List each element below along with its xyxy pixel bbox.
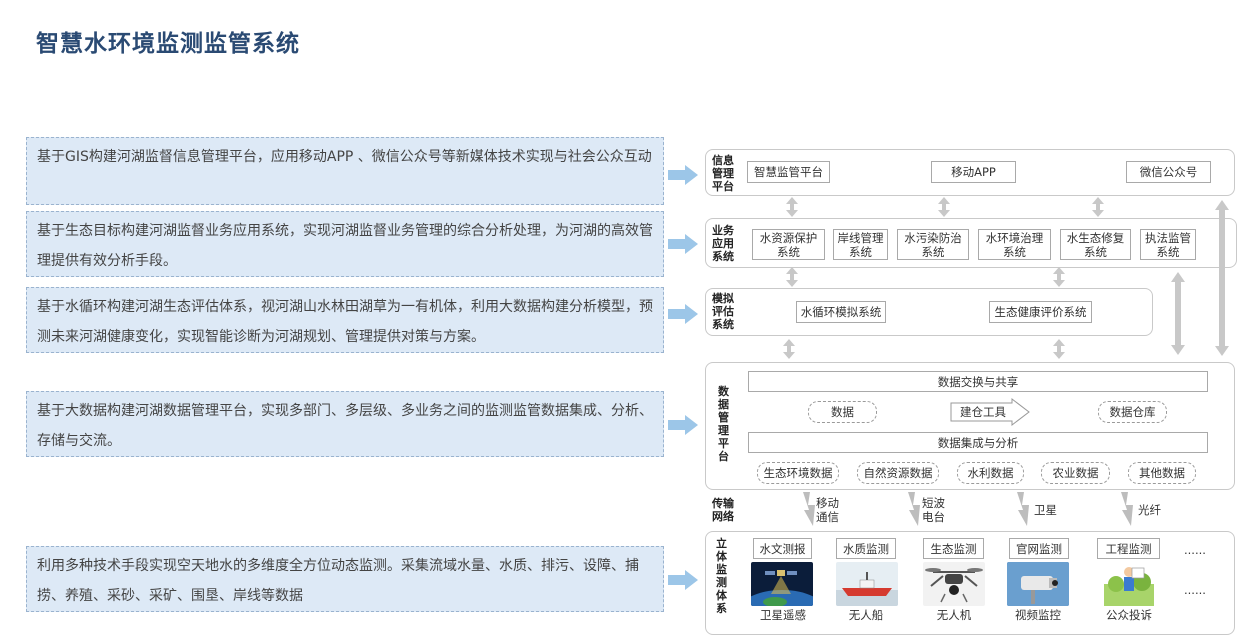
bidirectional-arrow-icon [783,339,795,359]
unmanned-boat-image [836,562,898,606]
shoreline-management-system: 岸线管理 系统 [833,229,888,260]
bidirectional-arrow-icon [1092,197,1104,217]
source-water-conservancy-data: 水利数据 [957,462,1024,484]
right-arrow-icon [668,234,698,254]
ecology-monitoring: 生态监测 [923,538,984,559]
source-agriculture-data: 农业数据 [1041,462,1110,484]
source-natural-resource-data: 自然资源数据 [857,462,939,484]
wechat-official-account: 微信公众号 [1126,161,1211,183]
drone-image [923,562,985,606]
page-title: 智慧水环境监测监管系统 [36,31,300,57]
transmission-label: 传输 网络 [712,497,734,523]
pipeline-monitoring: 官网监测 [1009,538,1069,559]
water-pollution-control-system: 水污染防治 系统 [897,229,969,260]
public-complaint-image [1098,562,1160,606]
description-data-platform: 基于大数据构建河湖数据管理平台，实现多部门、多层级、多业务之间的监测监管数据集成… [26,391,664,457]
water-quality-monitoring: 水质监测 [836,538,896,559]
description-info-platform: 基于GIS构建河湖监督信息管理平台，应用移动APP 、微信公众号等新媒体技术实现… [26,137,664,205]
right-arrow-icon [668,304,698,324]
satellite-remote-sensing: 卫星遥感 [760,608,806,622]
long-bidirectional-arrow-icon [1171,272,1185,355]
signal-lightning-icon [1121,492,1133,526]
bidirectional-arrow-icon [1053,267,1065,287]
bidirectional-arrow-icon [938,197,950,217]
info-platform-label: 信息 管理 平台 [712,154,734,193]
data-node: 数据 [808,401,877,423]
business-system-label: 业务 应用 系统 [712,224,734,263]
right-arrow-icon [668,570,698,590]
bidirectional-arrow-icon [786,267,798,287]
bidirectional-arrow-icon [1053,339,1065,359]
satellite: 卫星 [1034,503,1057,517]
data-integration-analysis: 数据集成与分析 [748,432,1208,453]
mobile-communication: 移动 通信 [816,496,839,524]
more-devices: ...... [1184,583,1206,597]
right-arrow-icon [668,415,698,435]
satellite-remote-sensing-image [751,562,813,606]
law-enforcement-system: 执法监管 系统 [1140,229,1196,260]
engineering-monitoring: 工程监测 [1097,538,1160,559]
more-categories: ...... [1184,543,1206,557]
public-complaint: 公众投诉 [1106,608,1152,622]
water-cycle-simulation-system: 水循环模拟系统 [796,301,886,323]
smart-supervision-platform: 智慧监管平台 [747,161,830,183]
monitoring-label: 立 体 监 测 体 系 [716,537,727,615]
description-monitoring: 利用多种技术手段实现空天地水的多维度全方位动态监测。采集流域水量、水质、排污、设… [26,546,664,612]
simulation-label: 模拟 评估 系统 [712,292,734,331]
description-simulation: 基于水循环构建河湖生态评估体系，视河湖山水林田湖草为一有机体，利用大数据构建分析… [26,287,664,353]
video-surveillance-image [1007,562,1069,606]
signal-lightning-icon [1017,492,1029,526]
ecological-health-evaluation-system: 生态健康评价系统 [989,301,1092,323]
mobile-app: 移动APP [931,161,1016,183]
source-eco-env-data: 生态环境数据 [757,462,839,484]
unmanned-boat: 无人船 [848,608,884,622]
video-surveillance: 视频监控 [1015,608,1061,622]
water-environment-governance-system: 水环境治理 系统 [978,229,1051,260]
water-ecology-restoration-system: 水生态修复 系统 [1060,229,1131,260]
water-resource-protection-system: 水资源保护 系统 [752,229,825,260]
data-platform-label: 数 据 管 理 平 台 [718,385,729,463]
drone: 无人机 [936,608,972,622]
right-arrow-icon [668,165,698,185]
bidirectional-arrow-icon [786,197,798,217]
warehouse-tool-label: 建仓工具 [960,405,1006,419]
optical-fiber: 光纤 [1138,503,1161,517]
description-business-system: 基于生态目标构建河湖监督业务应用系统，实现河湖监督业务管理的综合分析处理，为河湖… [26,211,664,277]
data-warehouse: 数据仓库 [1098,401,1167,423]
shortwave-radio: 短波 电台 [922,496,945,524]
hydrology-reporting: 水文测报 [753,538,812,559]
source-other-data: 其他数据 [1128,462,1196,484]
data-exchange-sharing: 数据交换与共享 [748,371,1208,392]
